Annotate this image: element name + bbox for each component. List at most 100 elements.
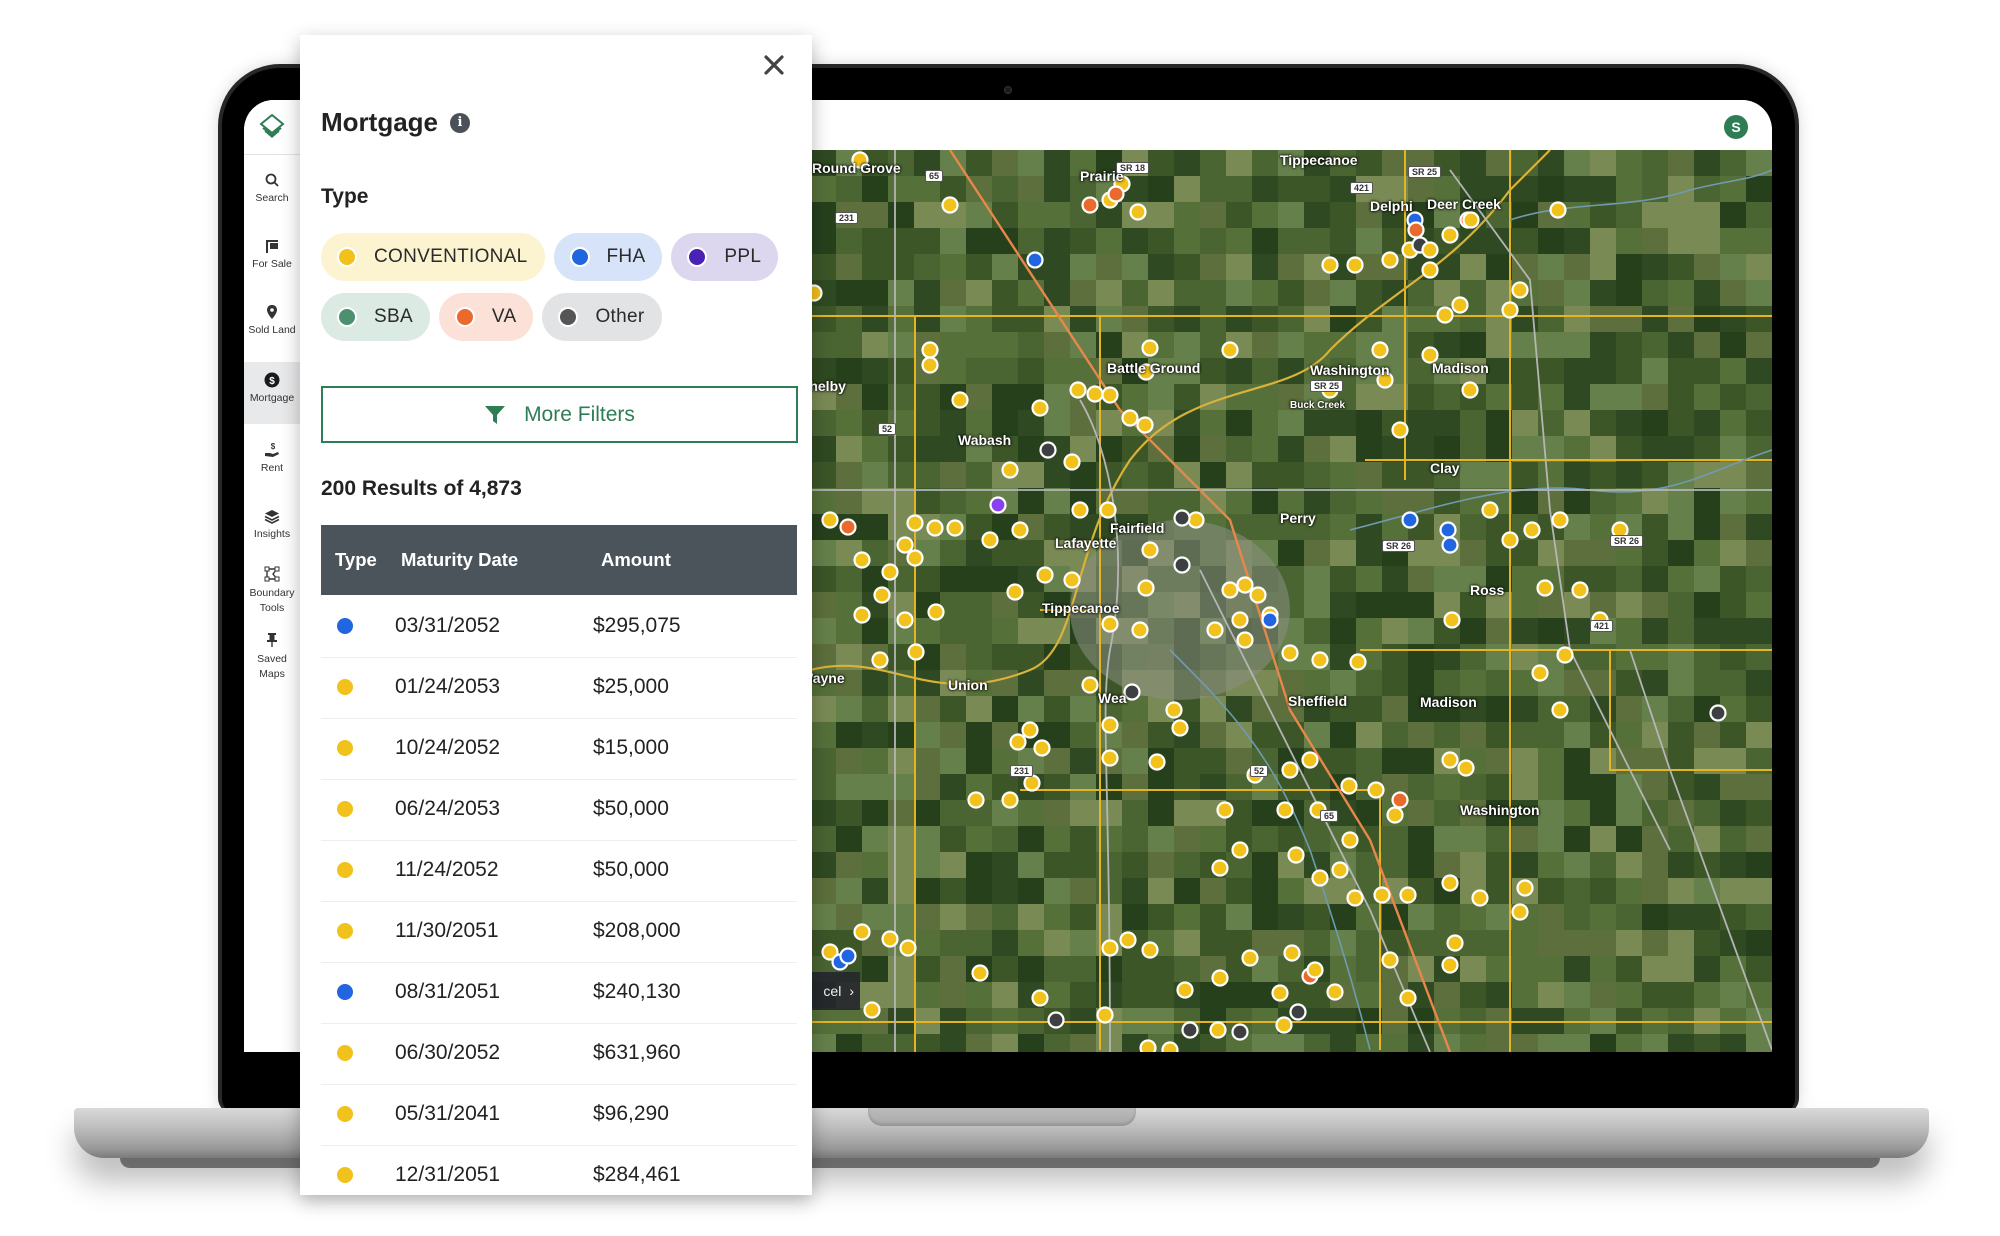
table-row[interactable]: 01/24/2053 $25,000 [321, 658, 797, 719]
map-marker-va[interactable] [1391, 791, 1409, 809]
map-marker-conventional[interactable] [927, 603, 945, 621]
map-view[interactable]: Round Grove Prairie Tippecanoe Delphi Deer C… [810, 150, 1772, 1052]
map-marker-other[interactable] [1231, 1023, 1249, 1041]
map-marker-conventional[interactable] [926, 519, 944, 537]
map-marker-conventional[interactable] [1086, 385, 1104, 403]
map-marker-conventional[interactable] [1101, 749, 1119, 767]
sidebar-item-sold-land[interactable]: Sold Land [244, 298, 300, 356]
map-marker-conventional[interactable] [1301, 751, 1319, 769]
sidebar-item-mortgage[interactable]: $ Mortgage [244, 362, 300, 424]
map-marker-conventional[interactable] [1119, 931, 1137, 949]
map-marker-other[interactable] [1173, 509, 1191, 527]
map-marker-fha[interactable] [1439, 521, 1457, 539]
map-marker-conventional[interactable] [853, 923, 871, 941]
map-marker-conventional[interactable] [1367, 781, 1385, 799]
map-marker-conventional[interactable] [1571, 581, 1589, 599]
map-marker-conventional[interactable] [906, 514, 924, 532]
map-marker-conventional[interactable] [821, 511, 839, 529]
map-marker-conventional[interactable] [1216, 801, 1234, 819]
map-marker-conventional[interactable] [1221, 581, 1239, 599]
map-marker-conventional[interactable] [1231, 611, 1249, 629]
map-marker-conventional[interactable] [863, 1001, 881, 1019]
map-marker-conventional[interactable] [1421, 261, 1439, 279]
type-chip-ppl[interactable]: PPL [671, 233, 779, 281]
map-marker-conventional[interactable] [1436, 306, 1454, 324]
map-marker-ppl[interactable] [989, 496, 1007, 514]
map-marker-other[interactable] [1173, 556, 1191, 574]
map-marker-conventional[interactable] [1211, 859, 1229, 877]
map-marker-conventional[interactable] [853, 551, 871, 569]
map-marker-conventional[interactable] [1141, 339, 1159, 357]
map-marker-conventional[interactable] [1501, 531, 1519, 549]
map-marker-va[interactable] [839, 518, 857, 536]
map-marker-conventional[interactable] [1063, 571, 1081, 589]
map-marker-fha[interactable] [1261, 611, 1279, 629]
map-marker-conventional[interactable] [1523, 521, 1541, 539]
map-marker-conventional[interactable] [1231, 841, 1249, 859]
map-marker-fha[interactable] [839, 947, 857, 965]
type-chip-sba[interactable]: SBA [321, 293, 430, 341]
sidebar-item-search[interactable]: Search [244, 166, 300, 224]
table-row[interactable]: 11/30/2051 $208,000 [321, 902, 797, 963]
map-marker-conventional[interactable] [1211, 969, 1229, 987]
map-marker-conventional[interactable] [871, 651, 889, 669]
user-avatar[interactable]: S [1724, 115, 1748, 139]
sidebar-item-insights[interactable]: Insights [244, 502, 300, 560]
map-marker-conventional[interactable] [1081, 676, 1099, 694]
map-marker-conventional[interactable] [1101, 939, 1119, 957]
map-marker-other[interactable] [1181, 1021, 1199, 1039]
map-marker-conventional[interactable] [1161, 1041, 1179, 1053]
map-marker-conventional[interactable] [1371, 341, 1389, 359]
map-marker-other[interactable] [1039, 441, 1057, 459]
map-marker-fha[interactable] [1401, 511, 1419, 529]
map-marker-conventional[interactable] [1021, 721, 1039, 739]
map-marker-conventional[interactable] [971, 964, 989, 982]
map-marker-other[interactable] [1709, 704, 1727, 722]
map-marker-conventional[interactable] [1386, 806, 1404, 824]
map-marker-conventional[interactable] [1441, 226, 1459, 244]
type-chip-fha[interactable]: FHA [553, 233, 663, 281]
map-marker-conventional[interactable] [946, 519, 964, 537]
map-marker-conventional[interactable] [1421, 241, 1439, 259]
map-marker-conventional[interactable] [1381, 951, 1399, 969]
table-row[interactable]: 08/31/2051 $240,130 [321, 963, 797, 1024]
map-marker-conventional[interactable] [1101, 386, 1119, 404]
map-marker-conventional[interactable] [1549, 201, 1567, 219]
table-row[interactable]: 05/31/2041 $96,290 [321, 1085, 797, 1146]
map-marker-conventional[interactable] [1136, 416, 1154, 434]
map-marker-conventional[interactable] [1131, 621, 1149, 639]
map-marker-conventional[interactable] [1139, 1039, 1157, 1053]
map-marker-conventional[interactable] [1165, 701, 1183, 719]
map-marker-va[interactable] [1081, 196, 1099, 214]
table-row[interactable]: 12/31/2051 $284,461 [321, 1146, 797, 1207]
map-marker-conventional[interactable] [1033, 739, 1051, 757]
map-marker-conventional[interactable] [907, 643, 925, 661]
map-marker-conventional[interactable] [906, 549, 924, 567]
map-marker-conventional[interactable] [1236, 631, 1254, 649]
map-marker-conventional[interactable] [1101, 716, 1119, 734]
map-marker-conventional[interactable] [1099, 501, 1117, 519]
sidebar-item-for-sale[interactable]: For Sale [244, 232, 300, 290]
map-marker-conventional[interactable] [1036, 566, 1054, 584]
map-marker-conventional[interactable] [1531, 664, 1549, 682]
map-marker-conventional[interactable] [1031, 989, 1049, 1007]
map-marker-va[interactable] [1107, 185, 1125, 203]
map-marker-conventional[interactable] [1399, 989, 1417, 1007]
map-marker-conventional[interactable] [1341, 831, 1359, 849]
sidebar-item-rent[interactable]: $ Rent [244, 436, 300, 494]
map-marker-fha[interactable] [1441, 536, 1459, 554]
map-canvas[interactable] [810, 150, 1772, 1052]
map-marker-conventional[interactable] [1516, 879, 1534, 897]
map-marker-conventional[interactable] [1536, 579, 1554, 597]
map-marker-conventional[interactable] [853, 606, 871, 624]
map-marker-conventional[interactable] [1101, 615, 1119, 633]
map-marker-conventional[interactable] [1031, 399, 1049, 417]
info-icon[interactable]: i [450, 112, 470, 133]
map-marker-conventional[interactable] [1321, 256, 1339, 274]
map-marker-conventional[interactable] [1023, 774, 1041, 792]
map-marker-conventional[interactable] [1381, 251, 1399, 269]
map-marker-conventional[interactable] [1391, 421, 1409, 439]
map-marker-conventional[interactable] [1326, 983, 1344, 1001]
table-row[interactable]: 06/30/2052 $631,960 [321, 1024, 797, 1085]
map-marker-conventional[interactable] [899, 939, 917, 957]
